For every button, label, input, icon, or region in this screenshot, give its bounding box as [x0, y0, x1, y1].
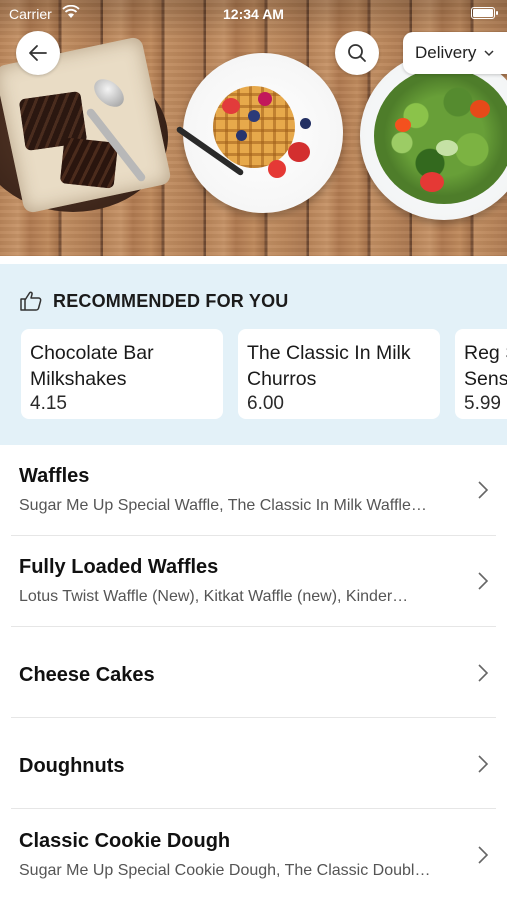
- category-row-fully-loaded-waffles[interactable]: Fully Loaded Waffles Lotus Twist Waffle …: [0, 536, 507, 627]
- search-icon: [348, 44, 366, 62]
- item-name: Reg S: [464, 342, 507, 364]
- strawberry-image: [288, 142, 310, 162]
- strawberry-image: [268, 160, 286, 178]
- avocado-image: [436, 140, 458, 156]
- back-button[interactable]: [16, 31, 60, 75]
- chevron-right-icon: [478, 572, 489, 590]
- tomato-image: [395, 118, 411, 132]
- chevron-right-icon: [478, 481, 489, 499]
- hero-banner: Carrier 12:34 AM Delivery: [0, 0, 507, 256]
- battery-icon: [471, 7, 498, 19]
- category-row-doughnuts[interactable]: Doughnuts: [0, 718, 507, 809]
- status-bar: Carrier 12:34 AM: [0, 0, 507, 28]
- clock-label: 12:34 AM: [223, 6, 284, 22]
- category-subtitle: Sugar Me Up Special Cookie Dough, The Cl…: [19, 862, 431, 879]
- item-name: Sens: [464, 368, 507, 390]
- raspberry-image: [258, 92, 272, 106]
- category-row-cheese-cakes[interactable]: Cheese Cakes: [0, 627, 507, 718]
- item-price: 4.15: [30, 393, 67, 414]
- brownie-image: [59, 137, 119, 189]
- tomato-image: [420, 172, 444, 192]
- category-title: Cheese Cakes: [19, 664, 155, 686]
- category-row-waffles[interactable]: Waffles Sugar Me Up Special Waffle, The …: [0, 445, 507, 536]
- category-row-classic-cookie-dough[interactable]: Classic Cookie Dough Sugar Me Up Special…: [0, 809, 507, 900]
- recommended-section: RECOMMENDED FOR YOU Chocolate Bar Milksh…: [0, 264, 507, 445]
- strawberry-image: [222, 98, 240, 114]
- recommended-card[interactable]: The Classic In Milk Churros 6.00: [238, 329, 440, 419]
- chevron-right-icon: [478, 664, 489, 682]
- tomato-image: [470, 100, 490, 118]
- blueberry-image: [300, 118, 311, 129]
- delivery-mode-dropdown[interactable]: Delivery: [403, 32, 507, 74]
- item-name: Milkshakes: [30, 368, 127, 390]
- item-price: 5.99: [464, 393, 501, 414]
- category-title: Waffles: [19, 465, 90, 487]
- chevron-down-icon: [484, 50, 494, 57]
- blueberry-image: [236, 130, 247, 141]
- back-arrow-icon: [29, 45, 47, 61]
- item-price: 6.00: [247, 393, 284, 414]
- item-name: The Classic In Milk: [247, 342, 411, 364]
- category-subtitle: Lotus Twist Waffle (New), Kitkat Waffle …: [19, 588, 409, 605]
- recommended-title: RECOMMENDED FOR YOU: [53, 290, 289, 311]
- chevron-right-icon: [478, 755, 489, 773]
- search-button[interactable]: [335, 31, 379, 75]
- item-name: Churros: [247, 368, 317, 390]
- delivery-label: Delivery: [415, 43, 477, 62]
- category-title: Doughnuts: [19, 755, 125, 777]
- category-title: Classic Cookie Dough: [19, 830, 231, 852]
- category-subtitle: Sugar Me Up Special Waffle, The Classic …: [19, 497, 427, 514]
- recommended-card[interactable]: Chocolate Bar Milkshakes 4.15: [21, 329, 223, 419]
- category-title: Fully Loaded Waffles: [19, 556, 219, 578]
- blueberry-image: [248, 110, 260, 122]
- recommended-header: RECOMMENDED FOR YOU: [19, 290, 288, 312]
- chevron-right-icon: [478, 846, 489, 864]
- item-name: Chocolate Bar: [30, 342, 154, 364]
- thumbs-up-icon: [20, 291, 42, 311]
- recommended-card[interactable]: Reg S Sens 5.99: [455, 329, 507, 419]
